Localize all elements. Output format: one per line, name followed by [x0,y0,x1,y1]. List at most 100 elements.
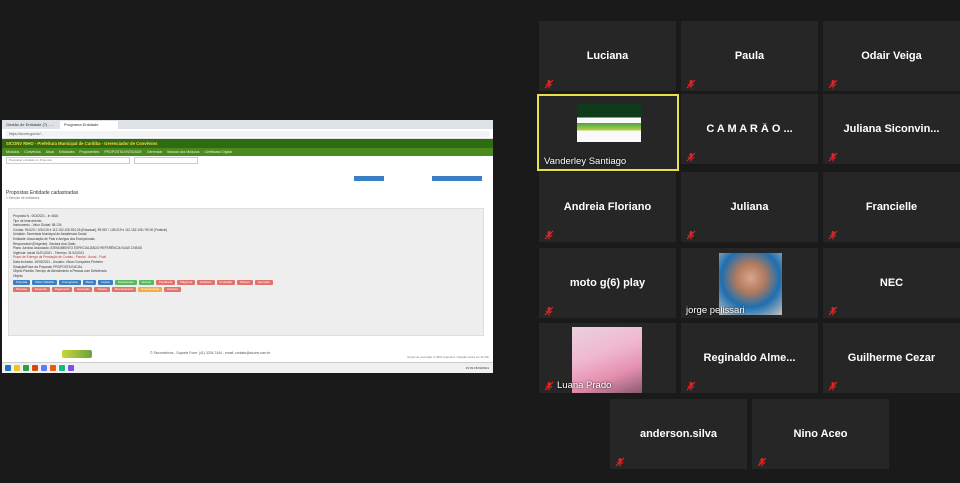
participant-name: Juliana Siconvin... [843,123,940,135]
taskbar-app-icon[interactable] [32,365,38,371]
search-row: Pesquisar entidade ou Proposta [2,156,493,164]
participant-tile[interactable]: Paula [681,21,818,91]
muted-mic-icon [544,76,554,89]
muted-mic-icon [544,303,554,316]
participant-tile[interactable]: Luana Prado [539,323,676,393]
action-badge[interactable]: Vistoria [94,287,110,293]
muted-mic-icon [828,76,838,89]
participant-tile[interactable]: Juliana Siconvin... [823,94,960,164]
shared-screen: Gestão de Entidade (7) - ... Programa En… [2,120,493,373]
participant-tile[interactable]: jorge pelissari [681,248,818,318]
action-badge[interactable]: Cronograma [59,280,81,286]
action-badge[interactable]: Anexos [138,280,154,286]
participant-name: Odair Veiga [861,50,922,62]
participant-name: anderson.silva [639,428,718,440]
filter-input[interactable] [134,156,198,164]
muted-mic-icon [686,378,696,391]
action-badge[interactable]: Parecer [237,280,253,286]
proposal-panel: Proposta N.: 003/2021 - in 4616 Tipo de I… [8,208,484,336]
action-badge[interactable]: Parcelas [13,287,30,293]
action-badge[interactable]: Histórico [164,287,181,293]
taskbar-app-icon[interactable] [41,365,47,371]
participant-name: C A M A R Ã O ... [706,123,793,135]
muted-mic-icon [828,378,838,391]
muted-mic-icon [615,454,625,467]
participant-tile[interactable]: Juliana [681,172,818,242]
action-badge[interactable]: Diligência [177,280,196,286]
search-input[interactable]: Pesquisar entidade ou Proposta [6,156,130,164]
participant-tile[interactable]: Nino Aceo [752,399,889,469]
nav-item[interactable]: Proponentes [79,150,99,154]
participant-tile[interactable]: C A M A R Ã O ... [681,94,818,164]
nav-item[interactable]: Módulos [6,150,19,154]
muted-mic-icon [828,303,838,316]
nav-item[interactable]: Convênios [24,150,41,154]
participant-tile[interactable]: Reginaldo Alme... [681,323,818,393]
action-badge[interactable]: Empenho [31,287,50,293]
taskbar-app-icon[interactable] [59,365,65,371]
taskbar-app-icon[interactable] [50,365,56,371]
participant-name: Andreia Floriano [563,201,652,213]
taskbar-app-icon[interactable] [14,365,20,371]
participant-name: Nino Aceo [793,428,848,440]
muted-mic-icon [544,227,554,240]
participant-name: moto g(6) play [569,277,646,289]
muted-mic-icon [757,454,767,467]
participant-name: Luciana [586,50,629,62]
participant-tile[interactable]: Francielle [823,172,960,242]
action-badge[interactable]: Encerramento [138,287,162,293]
app-nav: Módulos Convênios Atual Entidades Proponente… [2,148,493,156]
taskbar: 15:39 15/03/2021 [2,362,493,373]
action-badge[interactable]: Pendência [155,280,176,286]
browser-tab[interactable]: Gestão de Entidade (7) - ... [2,121,60,129]
nav-item[interactable]: Gerenciar [147,150,162,154]
participant-name: Vanderley Santiago [544,156,627,167]
participant-tile[interactable]: Luciana [539,21,676,91]
action-badge[interactable]: Execução [74,287,93,293]
taskbar-app-icon[interactable] [23,365,29,371]
participant-tile[interactable]: Guilherme Cezar [823,323,960,393]
footer-text: © Sicconvênios - Suporte Fone: (41) 3234… [150,351,271,355]
taskbar-app-icon[interactable] [68,365,74,371]
action-badge[interactable]: Plano Trabalho [32,280,58,286]
participant-tile[interactable]: Andreia Floriano [539,172,676,242]
action-badge[interactable]: Pagamento [51,287,73,293]
detail-line: Objeto: [13,273,24,278]
action-badge[interactable]: Aprovado [254,280,273,286]
action-badge[interactable]: Custos [98,280,113,286]
nav-item[interactable]: Entidades [59,150,75,154]
app-header: SICONV RIHO - Prefeitura Municipal de Cu… [2,139,493,148]
action-badge[interactable]: Proposta [13,280,31,286]
nav-item[interactable]: PROPOSTA ENTIDADE [104,150,142,154]
muted-mic-icon [828,227,838,240]
participant-name: Guilherme Cezar [847,352,936,364]
action-badge[interactable]: Documentos [114,280,137,286]
logo [62,350,92,358]
browser-tab[interactable]: Programa Entidade [60,121,118,129]
action-badge[interactable]: Monitoramento [111,287,137,293]
url-field[interactable]: https://siconv.gov.br/... [5,130,490,137]
page-subtitle: 1 Seleção de entidades [6,196,40,200]
nav-item[interactable]: Certificado Digital [205,150,232,154]
participant-video [577,104,641,142]
action-button[interactable] [432,176,482,181]
action-button[interactable] [354,176,384,181]
taskbar-clock: 15:39 15/03/2021 [465,366,489,370]
nav-item[interactable]: Manual dos Módulos [167,150,199,154]
action-badge[interactable]: Relatório [197,280,215,286]
action-badge[interactable]: Prestação [216,280,236,286]
browser-tab-bar: Gestão de Entidade (7) - ... Programa En… [2,120,493,129]
taskbar-app-icon[interactable] [5,365,11,371]
participant-tile[interactable]: Odair Veiga [823,21,960,91]
participant-tile[interactable]: Vanderley Santiago [537,94,679,171]
participant-tile[interactable]: NEC [823,248,960,318]
participant-name: NEC [879,277,904,289]
participant-tile[interactable]: moto g(6) play [539,248,676,318]
action-badge[interactable]: Metas [82,280,97,286]
participant-name: jorge pelissari [686,305,745,316]
participant-name: Reginaldo Alme... [703,352,796,364]
nav-item[interactable]: Atual [46,150,54,154]
participant-tile[interactable]: anderson.silva [610,399,747,469]
participant-name: Francielle [865,201,918,213]
muted-mic-icon [686,76,696,89]
